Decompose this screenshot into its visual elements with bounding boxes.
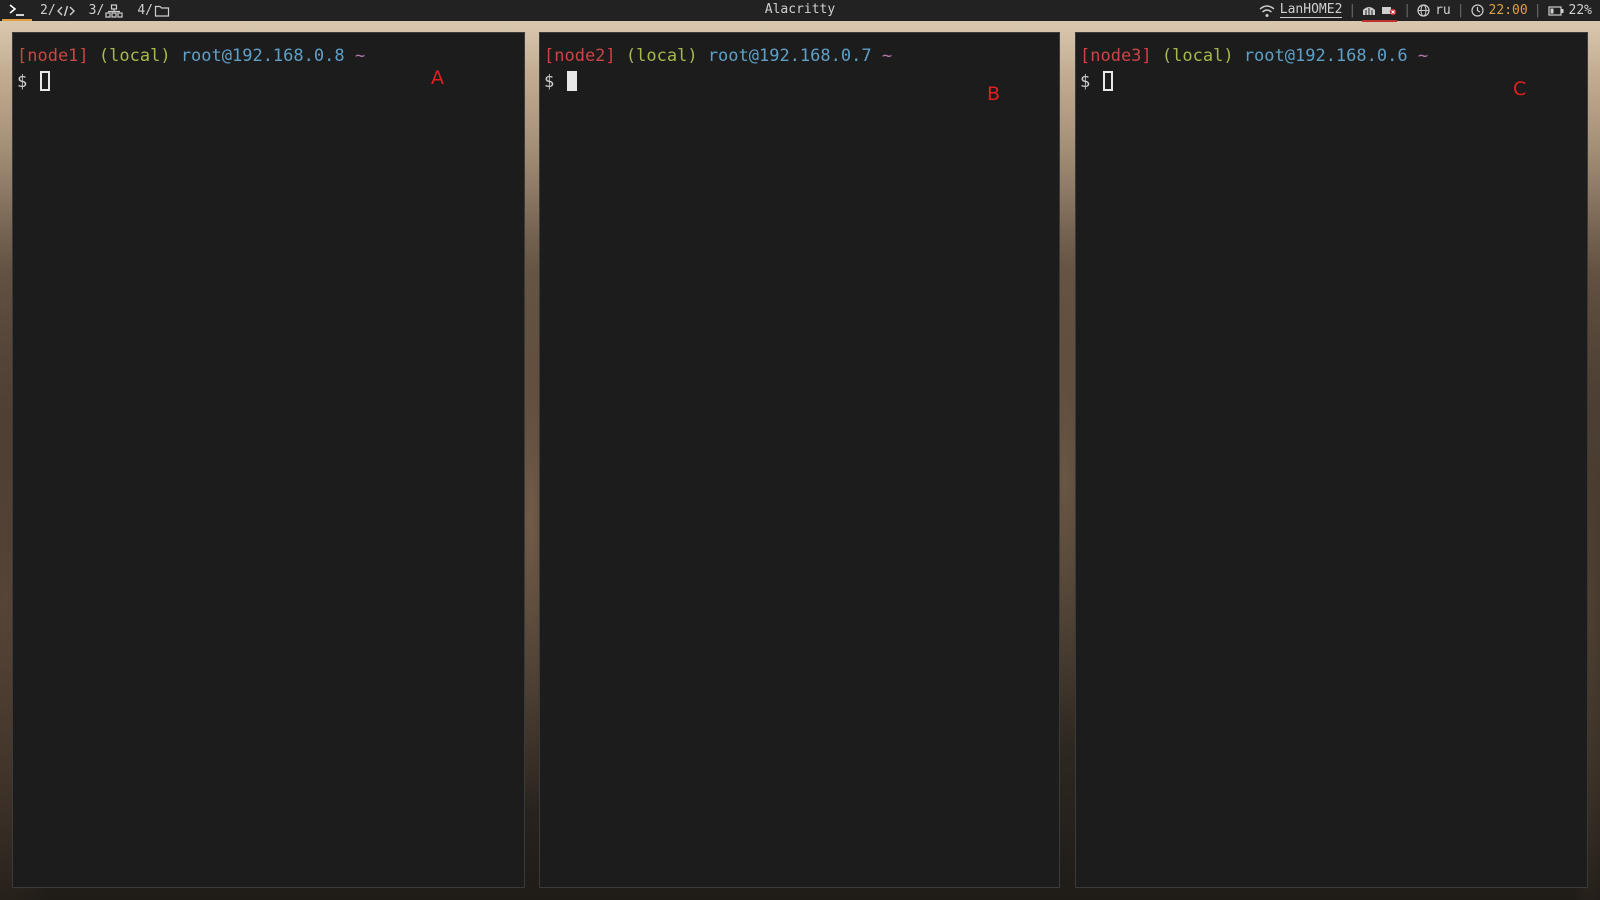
cwd-label: ~	[1417, 46, 1429, 66]
connection-off-icon	[1382, 6, 1397, 15]
annotation-marker: A	[431, 67, 444, 89]
wifi-icon	[1259, 4, 1275, 17]
host-label: root@192.168.0.7	[707, 46, 872, 66]
workspace-4-button[interactable]: 4/	[131, 0, 176, 21]
annotation-marker: B	[987, 83, 1001, 105]
language-label: ru	[1435, 3, 1451, 18]
scope-label: (local)	[1161, 46, 1234, 66]
workspace-1-button[interactable]	[2, 0, 32, 21]
terminal-window-node3[interactable]: [node3] (local) root@192.168.0.6 ~ $ C	[1075, 32, 1588, 888]
prompt-header: [node3] (local) root@192.168.0.6 ~	[1080, 46, 1428, 66]
annotation-marker: C	[1513, 78, 1527, 100]
workspace-3-number: 3/	[88, 3, 105, 18]
node-label: [node3]	[1080, 46, 1152, 66]
workspace-2-button[interactable]: 2/	[34, 0, 81, 21]
battery-percent: 22%	[1568, 3, 1592, 18]
scope-label: (local)	[625, 46, 698, 66]
folder-icon	[154, 5, 170, 17]
vpn-icon	[1363, 6, 1376, 15]
language-indicator[interactable]: ru	[1417, 0, 1451, 21]
workspace-2-number: 2/	[40, 3, 56, 18]
cwd-label: ~	[354, 46, 366, 66]
tray-separator: |	[1456, 3, 1465, 18]
prompt-header: [node2] (local) root@192.168.0.7 ~	[544, 46, 892, 66]
prompt-line[interactable]: $	[544, 71, 577, 92]
battery-icon	[1547, 5, 1564, 16]
terminal-cursor	[1102, 71, 1113, 91]
terminal-cursor	[566, 71, 577, 91]
host-label: root@192.168.0.8	[180, 46, 345, 66]
node-label: [node1]	[17, 46, 89, 66]
tray-separator: |	[1348, 3, 1357, 18]
workspace-3-button[interactable]: 3/	[83, 0, 130, 21]
vpn-indicators[interactable]	[1362, 0, 1398, 22]
terminal-window-node2[interactable]: [node2] (local) root@192.168.0.7 ~ $ B	[539, 32, 1060, 888]
workspace-4-number: 4/	[137, 3, 153, 18]
prompt-line[interactable]: $	[1080, 71, 1113, 92]
wifi-network-label: LanHOME2	[1279, 2, 1343, 18]
clock-indicator[interactable]: 22:00	[1470, 0, 1528, 21]
terminal-icon	[9, 3, 24, 16]
network-icon	[105, 3, 123, 18]
terminal-window-node1[interactable]: [node1] (local) root@192.168.0.8 ~ $ A	[12, 32, 525, 888]
system-tray: LanHOME2 | | ru | 22:00 | 22%	[1259, 0, 1592, 22]
prompt-symbol: $	[1080, 72, 1091, 92]
wifi-indicator[interactable]: LanHOME2	[1259, 0, 1343, 21]
code-icon	[56, 5, 75, 16]
globe-icon	[1417, 4, 1430, 17]
tray-separator: |	[1533, 3, 1542, 18]
top-bar: 2/ 3/ 4/ Alacritty LanHOME2 | | ru | 22:…	[0, 0, 1600, 22]
clock-icon	[1470, 4, 1484, 17]
prompt-symbol: $	[17, 72, 28, 92]
node-label: [node2]	[544, 46, 616, 66]
tray-separator: |	[1403, 3, 1412, 18]
host-label: root@192.168.0.6	[1243, 46, 1408, 66]
battery-indicator[interactable]: 22%	[1547, 0, 1592, 21]
terminal-cursor	[39, 71, 50, 91]
prompt-line[interactable]: $	[17, 71, 50, 92]
scope-label: (local)	[98, 46, 171, 66]
prompt-symbol: $	[544, 72, 555, 92]
clock-time: 22:00	[1488, 3, 1528, 18]
prompt-header: [node1] (local) root@192.168.0.8 ~	[17, 46, 365, 66]
cwd-label: ~	[881, 46, 893, 66]
